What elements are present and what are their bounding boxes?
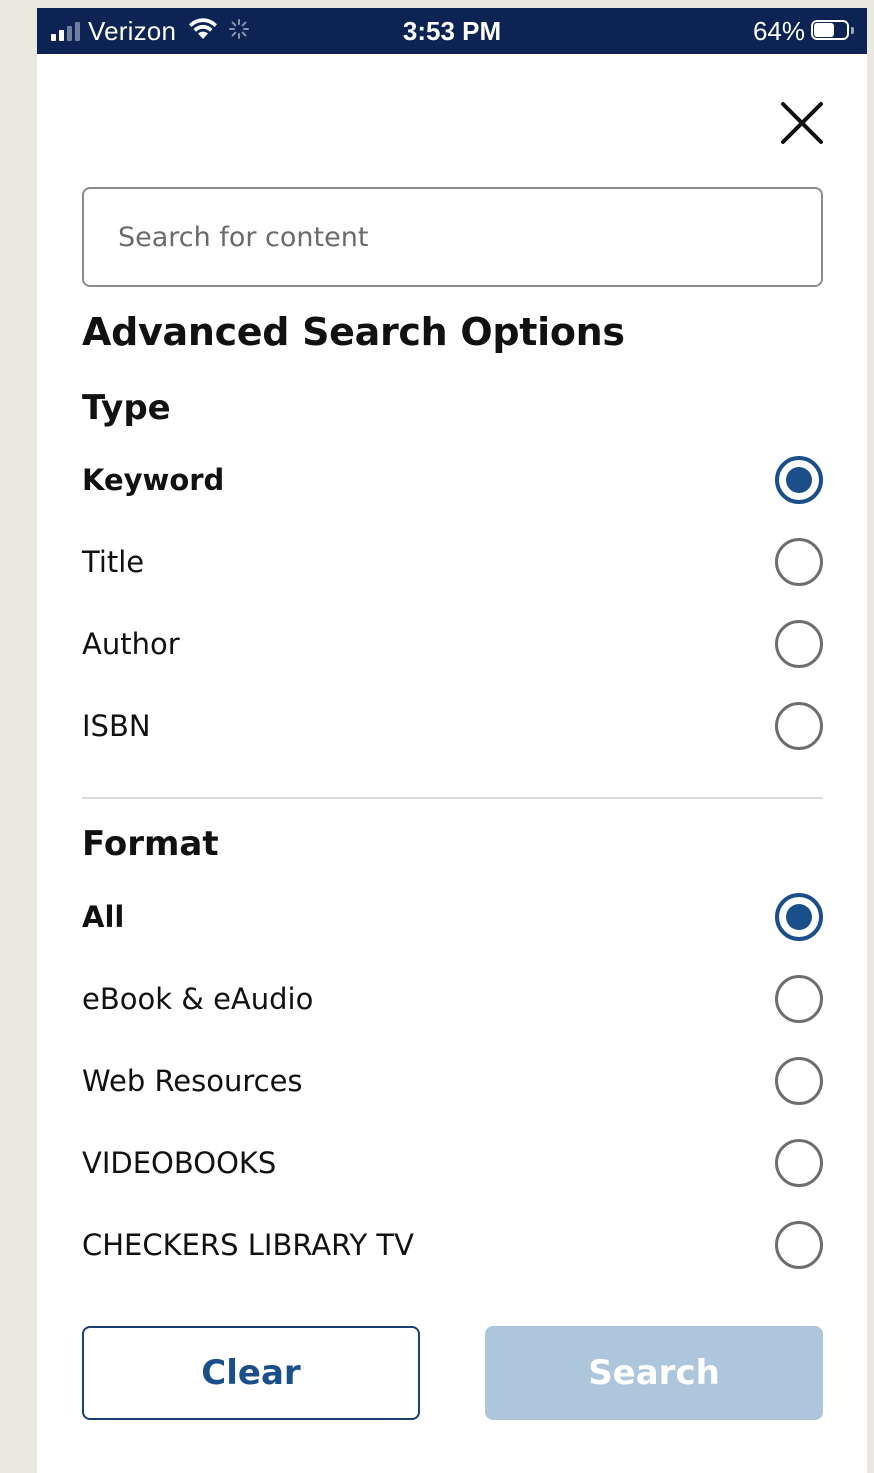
- advanced-search-title: Advanced Search Options: [82, 310, 625, 354]
- radio-unselected-icon[interactable]: [775, 975, 823, 1023]
- radio-selected-icon[interactable]: [775, 893, 823, 941]
- clear-button[interactable]: Clear: [82, 1326, 420, 1420]
- radio-unselected-icon[interactable]: [775, 702, 823, 750]
- type-option-title[interactable]: Title: [82, 527, 823, 597]
- format-option-web-resources[interactable]: Web Resources: [82, 1046, 823, 1116]
- radio-selected-icon[interactable]: [775, 456, 823, 504]
- format-option-all[interactable]: All: [82, 882, 823, 952]
- format-option-checkers-library-tv[interactable]: CHECKERS LIBRARY TV: [82, 1210, 823, 1280]
- wifi-icon: [188, 17, 218, 46]
- close-icon: [781, 102, 823, 144]
- close-button[interactable]: [777, 98, 827, 148]
- option-label: eBook & eAudio: [82, 982, 314, 1016]
- format-option-videobooks[interactable]: VIDEOBOOKS: [82, 1128, 823, 1198]
- section-divider: [82, 797, 823, 799]
- radio-unselected-icon[interactable]: [775, 1221, 823, 1269]
- option-label: Author: [82, 627, 180, 661]
- radio-unselected-icon[interactable]: [775, 1057, 823, 1105]
- option-label: CHECKERS LIBRARY TV: [82, 1228, 414, 1262]
- activity-spinner-icon: [228, 18, 250, 45]
- type-option-author[interactable]: Author: [82, 609, 823, 679]
- option-label: All: [82, 900, 125, 934]
- format-heading: Format: [82, 824, 219, 864]
- option-label: Keyword: [82, 463, 225, 497]
- status-bar: Verizon 3:53 PM 64%: [37, 8, 867, 54]
- status-left: Verizon: [51, 8, 250, 54]
- app-screen: Verizon 3:53 PM 64% Search for content A…: [37, 8, 867, 1473]
- type-option-keyword[interactable]: Keyword: [82, 445, 823, 515]
- option-label: Web Resources: [82, 1064, 303, 1098]
- option-label: Title: [82, 545, 145, 579]
- option-label: VIDEOBOOKS: [82, 1146, 277, 1180]
- type-heading: Type: [82, 388, 171, 428]
- type-option-isbn[interactable]: ISBN: [82, 691, 823, 761]
- radio-unselected-icon[interactable]: [775, 538, 823, 586]
- radio-unselected-icon[interactable]: [775, 1139, 823, 1187]
- search-input[interactable]: [82, 187, 823, 287]
- status-right: 64%: [753, 8, 855, 54]
- battery-icon: [811, 20, 855, 42]
- carrier-name: Verizon: [88, 15, 177, 46]
- format-option-ebook-eaudio[interactable]: eBook & eAudio: [82, 964, 823, 1034]
- signal-icon: [51, 21, 80, 41]
- radio-unselected-icon[interactable]: [775, 620, 823, 668]
- search-button[interactable]: Search: [485, 1326, 823, 1420]
- battery-percentage: 64%: [752, 15, 805, 46]
- option-label: ISBN: [82, 709, 151, 743]
